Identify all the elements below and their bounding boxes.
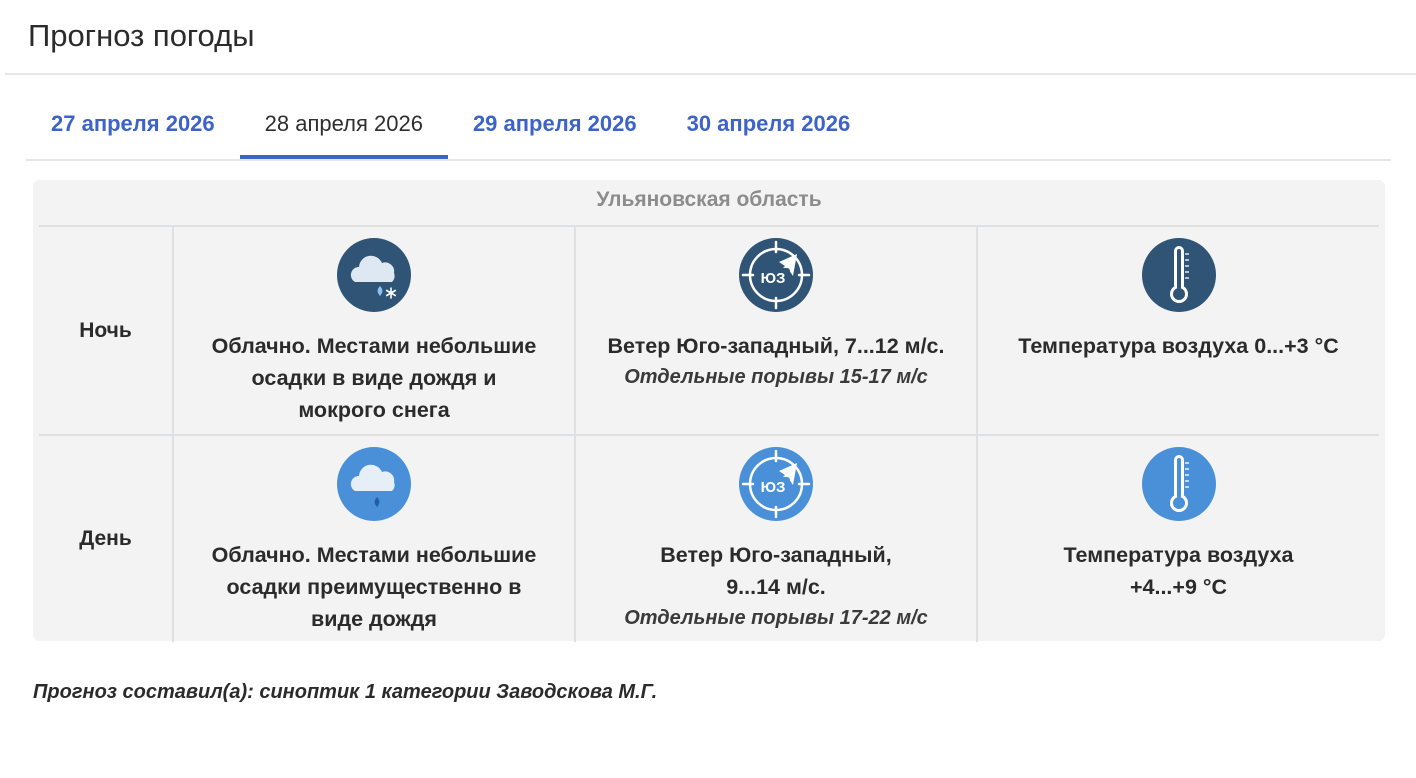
table-row-day: День Облачно. Местами небольшие осадки п… — [39, 434, 1379, 642]
wind-direction-label: ЮЗ — [761, 270, 786, 287]
tab-date-1[interactable]: 27 апреля 2026 — [26, 100, 240, 159]
forecast-table: Ночь Облачно. Местами небольшие осадки в… — [39, 225, 1379, 642]
weather-line: осадки преимущественно в — [226, 575, 522, 599]
wind-line: Ветер Юго-западный, — [660, 543, 892, 567]
weather-cell: Облачно. Местами небольшие осадки преиму… — [172, 434, 575, 642]
tab-date-2[interactable]: 28 апреля 2026 — [239, 100, 448, 159]
wind-cell: ЮЗ Ветер Юго-западный, 9...14 м/с. Отдел… — [574, 434, 977, 642]
temperature-line: Температура воздуха 0...+3 °С — [1018, 334, 1339, 358]
thermometer-icon — [1141, 447, 1216, 521]
weather-cell: Облачно. Местами небольшие осадки в виде… — [172, 225, 575, 435]
page-title: Прогноз погоды — [28, 18, 255, 53]
temperature-line: +4...+9 °С — [1129, 575, 1228, 599]
tab-date-3[interactable]: 29 апреля 2026 — [448, 100, 662, 159]
weather-line: Облачно. Местами небольшие — [211, 334, 537, 358]
weather-line: осадки в виде дождя и — [251, 366, 497, 390]
temperature-line: Температура воздуха — [1063, 543, 1294, 567]
wind-cell: ЮЗ Ветер Юго-западный, 7...12 м/с. Отдел… — [574, 225, 977, 435]
cloud-rain-icon — [337, 447, 411, 521]
tab-date-4[interactable]: 30 апреля 2026 — [662, 100, 876, 159]
region-title: Ульяновская область — [596, 188, 822, 211]
thermometer-icon — [1141, 238, 1216, 312]
weather-line: Облачно. Местами небольшие — [211, 543, 537, 567]
title-divider — [5, 73, 1416, 75]
wind-gusts: Отдельные порывы 17-22 м/с — [624, 607, 928, 629]
wind-line: Ветер Юго-западный, 7...12 м/с. — [607, 334, 945, 358]
date-tabs: 27 апреля 2026 28 апреля 2026 29 апреля … — [26, 100, 1391, 161]
wind-line: 9...14 м/с. — [726, 575, 826, 599]
period-label: День — [39, 434, 173, 642]
forecast-panel: Ульяновская область Ночь Облачно. Местам… — [33, 180, 1385, 642]
cloud-rain-snow-icon — [337, 238, 411, 312]
wind-southwest-icon: ЮЗ — [739, 238, 813, 312]
forecast-author: Прогноз составил(а): синоптик 1 категори… — [33, 681, 658, 703]
temperature-cell: Температура воздуха 0...+3 °С — [976, 225, 1379, 435]
table-row-night: Ночь Облачно. Местами небольшие осадки в… — [39, 225, 1379, 435]
weather-line: виде дождя — [311, 607, 437, 631]
wind-gusts: Отдельные порывы 15-17 м/с — [624, 366, 928, 388]
temperature-cell: Температура воздуха +4...+9 °С — [976, 434, 1379, 642]
wind-direction-label: ЮЗ — [761, 479, 786, 496]
wind-southwest-icon: ЮЗ — [739, 447, 813, 521]
period-label: Ночь — [39, 225, 173, 435]
weather-line: мокрого снега — [298, 398, 450, 422]
